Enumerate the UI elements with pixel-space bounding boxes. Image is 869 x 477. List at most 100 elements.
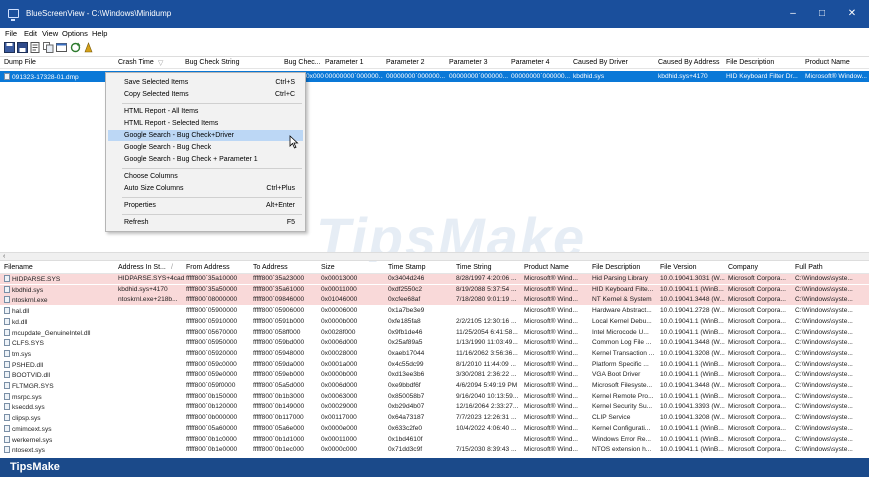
filename-cell: kbdhid.sys (4, 285, 114, 294)
save-all-icon[interactable] (17, 42, 28, 53)
filename-cell: PSHED.dll (4, 360, 114, 369)
menu-item-html-report-all[interactable]: HTML Report - All Items (108, 106, 303, 117)
menu-item-auto-size-columns[interactable]: Auto Size Columns Ctrl+Plus (108, 183, 303, 194)
bug-check-code-cell: 0x00000e2 (306, 73, 324, 80)
table-cell: C:\Windows\syste... (795, 349, 853, 357)
driver-file-icon (4, 371, 10, 379)
driver-file-icon (4, 392, 10, 400)
table-cell: 8/1/2010 11:44:09 ... (456, 360, 517, 368)
column-header-parameter-4[interactable]: Parameter 4 (511, 59, 550, 66)
menu-item-properties[interactable]: Properties Alt+Enter (108, 200, 303, 211)
table-cell: fffff800`35a50000 (186, 285, 238, 293)
column-header-parameter-1[interactable]: Parameter 1 (325, 59, 364, 66)
table-cell: 0x00063000 (321, 392, 358, 400)
table-cell: C:\Windows\syste... (795, 328, 853, 336)
minimize-button[interactable]: – (779, 5, 807, 23)
menu-item-google-bugcheck-param1[interactable]: Google Search - Bug Check + Parameter 1 (108, 154, 303, 165)
column-header-caused-by-driver[interactable]: Caused By Driver (573, 59, 628, 66)
table-row[interactable]: BOOTVID.dll fffff800`059e0000 fffff800`059… (0, 370, 869, 380)
menu-item-html-report-selected[interactable]: HTML Report - Selected Items (108, 118, 303, 129)
table-row[interactable]: hal.dll fffff800`05900000 fffff800`0590600… (0, 306, 869, 316)
filename-cell: hal.dll (4, 307, 114, 315)
table-row[interactable]: kd.dll fffff800`05910000 fffff800`0591b000… (0, 317, 869, 327)
table-cell: ntoskrnl.exe+218b... (118, 296, 178, 304)
menu-item-refresh[interactable]: Refresh F5 (108, 217, 303, 228)
driver-file-icon (4, 349, 10, 357)
refresh-icon[interactable] (70, 42, 81, 53)
column-header-bug-check-string[interactable]: Bug Check String (185, 59, 239, 66)
column-header-file-version[interactable]: File Version (660, 264, 697, 271)
table-cell: Microsoft Filesyste... (592, 382, 653, 389)
table-cell: Microsoft® Wind... (524, 360, 578, 368)
column-header-time-stamp[interactable]: Time Stamp (388, 264, 425, 271)
menu-view[interactable]: View (42, 29, 58, 38)
table-row[interactable]: mcupdate_GenuineIntel.dll fffff800`056700… (0, 328, 869, 338)
table-cell: C:\Windows\syste... (795, 403, 853, 411)
close-button[interactable]: ✕ (838, 5, 866, 23)
table-row[interactable]: PSHED.dll fffff800`059c0000 fffff800`059da… (0, 360, 869, 370)
column-header-address-in-stack[interactable]: Address In St... (118, 264, 166, 271)
column-header-company[interactable]: Company (728, 264, 758, 271)
table-cell: Microsoft Corpora... (728, 403, 786, 411)
table-row[interactable]: kbdhid.sys kbdhid.sys+4170 fffff800`35a500… (0, 284, 869, 295)
table-cell: 10/4/2022 4:06:40 ... (456, 424, 517, 432)
menu-item-save-selected[interactable]: Save Selected Items Ctrl+S (108, 77, 303, 88)
table-cell: 10.0.19041.2728 (W... (660, 307, 725, 315)
about-icon[interactable] (83, 42, 94, 53)
table-cell: 0x00011000 (321, 435, 357, 443)
column-header-size[interactable]: Size (321, 264, 335, 271)
menu-edit[interactable]: Edit (24, 29, 37, 38)
column-header-parameter-2[interactable]: Parameter 2 (386, 59, 425, 66)
maximize-button[interactable]: □ (808, 5, 836, 23)
filename-text: BOOTVID.dll (12, 372, 51, 380)
table-cell: VGA Boot Driver (592, 371, 641, 379)
table-row[interactable]: ksecdd.sys fffff800`0b120000 fffff800`0b14… (0, 402, 869, 412)
menu-item-copy-selected[interactable]: Copy Selected Items Ctrl+C (108, 89, 303, 100)
column-header-file-description[interactable]: File Description (592, 264, 640, 271)
table-row[interactable]: FLTMGR.SYS fffff800`059f0000 fffff800`05a5… (0, 381, 869, 391)
column-header-to-address[interactable]: To Address (253, 264, 288, 271)
table-cell: 10.0.19041.1 (WinB... (660, 285, 724, 293)
table-row[interactable]: CLFS.SYS fffff800`05950000 fffff800`059bd0… (0, 338, 869, 348)
table-row[interactable]: ntosext.sys fffff800`0b1e0000 fffff800`0b1… (0, 445, 869, 455)
horizontal-scrollbar[interactable]: ‹ (0, 252, 869, 261)
menu-help[interactable]: Help (92, 29, 107, 38)
column-header-dump-file[interactable]: Dump File (4, 59, 36, 66)
save-icon[interactable] (4, 42, 15, 53)
table-row[interactable]: HIDPARSE.SYS HIDPARSE.SYS+4cad fffff800`35… (0, 274, 869, 284)
table-row[interactable]: ntoskrnl.exe ntoskrnl.exe+218b... fffff800… (0, 295, 869, 306)
column-header-caused-by-address[interactable]: Caused By Address (658, 59, 719, 66)
table-row[interactable]: tm.sys fffff800`05920000 fffff800`05948000… (0, 349, 869, 359)
table-row[interactable]: cmimcext.sys fffff800`05a60000 fffff800`05… (0, 424, 869, 434)
column-header-filename[interactable]: Filename (4, 264, 33, 271)
scroll-left-icon[interactable]: ‹ (3, 253, 5, 260)
column-header-product-name[interactable]: Product Name (524, 264, 569, 271)
column-header-from-address[interactable]: From Address (186, 264, 230, 271)
copy-icon[interactable] (43, 42, 54, 53)
table-row[interactable]: werkernel.sys fffff800`0b1c0000 fffff800`0… (0, 435, 869, 445)
table-cell: fffff800`08000000 (186, 296, 238, 304)
table-cell: 0x64a73187 (388, 414, 425, 422)
menu-item-choose-columns[interactable]: Choose Columns (108, 171, 303, 182)
html-report-icon[interactable] (56, 42, 67, 53)
table-cell: Windows Error Re... (592, 435, 651, 443)
column-header-file-description[interactable]: File Description (726, 59, 774, 66)
table-cell: 10.0.19041.3448 (W... (660, 382, 725, 389)
column-header-product-name[interactable]: Product Name (805, 59, 850, 66)
driver-list-pane[interactable]: Filename Address In St... / From Address… (0, 262, 869, 458)
column-header-bug-check-code[interactable]: Bug Chec... (284, 59, 321, 66)
menu-item-google-bugcheck[interactable]: Google Search - Bug Check (108, 142, 303, 153)
table-row[interactable]: msrpc.sys fffff800`0b150000 fffff800`0b1b3… (0, 392, 869, 402)
menu-item-google-bugcheck-driver[interactable]: Google Search - Bug Check+Driver (108, 130, 303, 141)
table-cell: Microsoft Corpora... (728, 446, 786, 454)
table-row[interactable]: clipsp.sys fffff800`0b000000 fffff800`0b11… (0, 413, 869, 423)
filename-cell: ksecdd.sys (4, 403, 114, 411)
column-header-crash-time[interactable]: Crash Time (118, 59, 154, 66)
menu-options[interactable]: Options (62, 29, 88, 38)
menu-item-shortcut: Ctrl+S (275, 79, 295, 86)
menu-file[interactable]: File (5, 29, 17, 38)
column-header-full-path[interactable]: Full Path (795, 264, 823, 271)
column-header-time-string[interactable]: Time String (456, 264, 492, 271)
properties-icon[interactable] (30, 42, 41, 53)
column-header-parameter-3[interactable]: Parameter 3 (449, 59, 488, 66)
